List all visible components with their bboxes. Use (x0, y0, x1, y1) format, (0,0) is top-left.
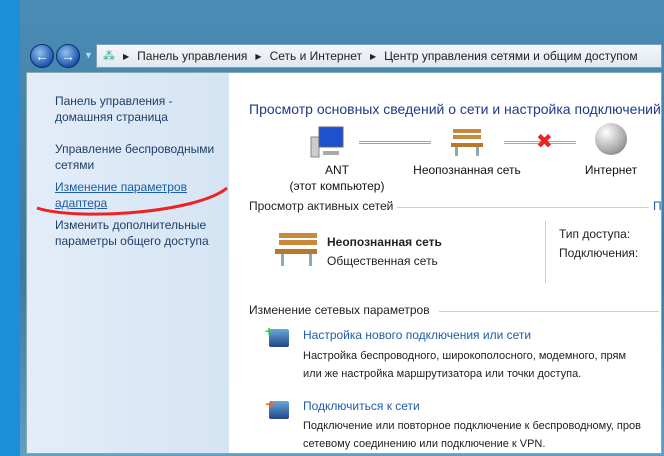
connect-network-desc: Подключение или повторное подключение к … (303, 420, 641, 432)
breadcrumb-item[interactable]: Панель управления (137, 49, 247, 63)
address-bar[interactable]: ⁂ ▶ Панель управления ▶ Сеть и Интернет … (96, 44, 662, 68)
header-link[interactable]: П (653, 199, 662, 213)
network-type-link[interactable]: Общественная сеть (327, 252, 438, 270)
divider (397, 207, 649, 208)
new-connection-desc: Настройка беспроводного, широкополосного… (303, 350, 627, 362)
sidebar: Панель управления - домашняя страница Уп… (27, 73, 229, 453)
bench-icon (275, 233, 317, 266)
new-connection-desc: или же настройка маршрутизатора или точк… (303, 368, 582, 380)
connect-network-icon: ➜ (265, 397, 289, 419)
main-panel: Просмотр основных сведений о сети и наст… (249, 73, 662, 453)
network-name: Неопознанная сеть (327, 235, 442, 249)
globe-icon[interactable] (595, 123, 627, 155)
connect-network-link[interactable]: Подключиться к сети (303, 399, 420, 413)
forward-button[interactable]: → (56, 44, 80, 68)
page-title: Просмотр основных сведений о сети и наст… (249, 101, 661, 117)
divider (439, 311, 659, 312)
bench-icon[interactable] (449, 125, 485, 157)
divider (545, 221, 546, 283)
sidebar-item-home[interactable]: Панель управления - домашняя страница (55, 93, 225, 125)
recent-pages-dropdown-icon[interactable]: ▼ (84, 50, 93, 60)
network-icon: ⁂ (103, 49, 115, 63)
breadcrumb-item[interactable]: Сеть и Интернет (270, 49, 362, 63)
computer-icon (310, 126, 344, 158)
new-connection-link[interactable]: Настройка нового подключения или сети (303, 328, 531, 342)
active-networks-header: Просмотр активных сетей (249, 199, 394, 213)
red-highlight-ellipse (36, 186, 228, 216)
internet-label: Интернет (584, 163, 638, 177)
disconnected-x-icon[interactable]: ✖ (536, 129, 553, 154)
desktop-edge (0, 0, 20, 456)
network-label: Неопознанная сеть (413, 163, 521, 177)
computer-name: ANT (325, 163, 349, 177)
chevron-right-icon[interactable]: ▶ (255, 52, 261, 61)
back-button[interactable]: ← (30, 44, 54, 68)
breadcrumb-item[interactable]: Центр управления сетями и общим доступом (384, 49, 638, 63)
access-type-label: Тип доступа: (559, 227, 631, 241)
change-settings-header: Изменение сетевых параметров (249, 303, 430, 317)
connect-network-desc: сетевому соединению или подключение к VP… (303, 438, 546, 450)
connection-line (359, 141, 431, 144)
chevron-right-icon[interactable]: ▶ (123, 52, 129, 61)
computer-sub: (этот компьютер) (289, 179, 385, 193)
content-area: Панель управления - домашняя страница Уп… (26, 72, 662, 454)
new-connection-icon: + (265, 323, 289, 347)
chevron-right-icon[interactable]: ▶ (370, 52, 376, 61)
connections-label: Подключения: (559, 246, 639, 260)
